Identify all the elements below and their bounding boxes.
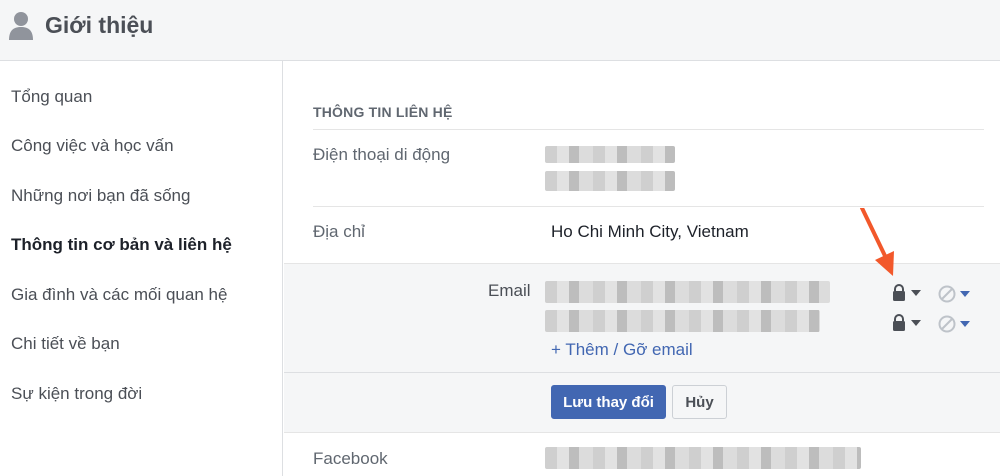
person-icon [9, 12, 33, 40]
add-remove-email-link[interactable]: + Thêm / Gỡ email [551, 340, 693, 360]
address-value: Ho Chi Minh City, Vietnam [551, 222, 749, 241]
email-edit-panel: Email + Thêm / Gỡ email Lưu thay đổi Hủy [284, 263, 1000, 433]
phone-label: Điện thoại di động [313, 145, 451, 164]
lock-icon [893, 314, 905, 331]
phone-value-redacted [545, 171, 675, 191]
page-title: Giới thiệu [45, 12, 154, 38]
contact-info-panel: THÔNG TIN LIÊN HỆ Điện thoại di động Địa… [284, 61, 1000, 476]
divider [313, 129, 984, 130]
sidebar-item-overview[interactable]: Tổng quan [11, 87, 92, 107]
sidebar-item-details-about-you[interactable]: Chi tiết về bạn [11, 334, 120, 354]
chevron-down-icon [911, 289, 921, 296]
sidebar-item-life-events[interactable]: Sự kiện trong đời [11, 384, 142, 404]
facebook-value-redacted [545, 447, 861, 469]
email-value-redacted[interactable] [545, 281, 830, 303]
chevron-down-icon [911, 319, 921, 326]
cancel-button[interactable]: Hủy [672, 385, 727, 419]
section-title: THÔNG TIN LIÊN HỆ [313, 104, 453, 120]
email-visibility-toggle[interactable] [938, 315, 970, 333]
sidebar-item-contact-basic-info[interactable]: Thông tin cơ bản và liên hệ [11, 235, 232, 255]
email-label: Email [488, 281, 531, 300]
blocked-icon [938, 315, 956, 333]
chevron-down-icon [960, 321, 970, 327]
email-audience-selector[interactable] [891, 314, 921, 331]
sidebar-item-places-lived[interactable]: Những nơi bạn đã sống [11, 186, 190, 206]
divider [284, 372, 1000, 373]
email-value-redacted[interactable] [545, 310, 820, 332]
facebook-label: Facebook [313, 449, 388, 468]
email-visibility-toggle[interactable] [938, 285, 970, 303]
phone-value-redacted [545, 146, 675, 163]
about-sidebar: Tổng quan Công việc và học vấn Những nơi… [0, 61, 283, 476]
chevron-down-icon [960, 291, 970, 297]
sidebar-item-family-relationships[interactable]: Gia đình và các mối quan hệ [11, 285, 227, 305]
lock-icon [893, 284, 905, 301]
email-audience-selector[interactable] [891, 284, 921, 301]
page-header: Giới thiệu [0, 0, 1000, 61]
blocked-icon [938, 285, 956, 303]
annotation-arrow-icon [860, 208, 894, 276]
address-label: Địa chỉ [313, 222, 365, 241]
divider [313, 206, 984, 207]
save-changes-button[interactable]: Lưu thay đổi [551, 385, 666, 419]
sidebar-item-work-education[interactable]: Công việc và học vấn [11, 136, 174, 156]
